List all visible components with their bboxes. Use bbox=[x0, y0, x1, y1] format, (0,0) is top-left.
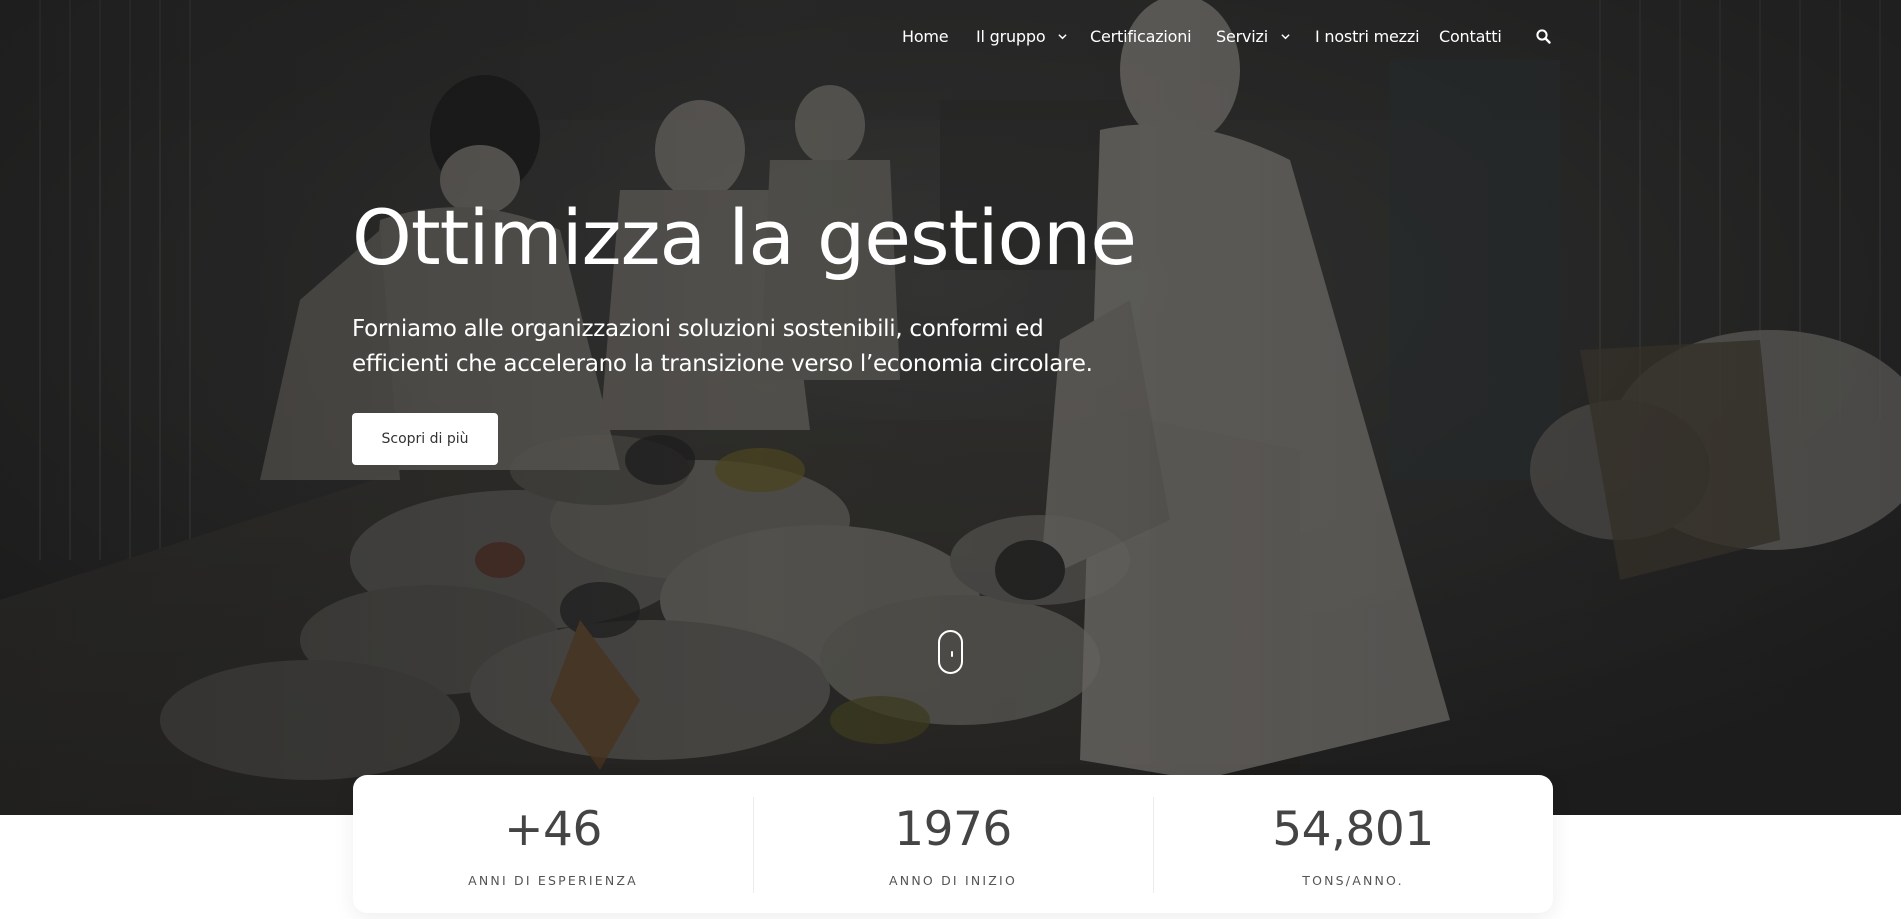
stats-bar: +46 ANNI DI ESPERIENZA 1976 ANNO DI INIZ… bbox=[353, 775, 1553, 913]
nav-item-certificazioni[interactable]: Certificazioni bbox=[1090, 24, 1192, 50]
nav-item-il-gruppo[interactable]: Il gruppo bbox=[976, 24, 1067, 50]
hero-title: Ottimizza la gestione bbox=[352, 193, 1137, 282]
nav-item-contatti[interactable]: Contatti bbox=[1439, 24, 1502, 50]
stat-value: 54,801 bbox=[1272, 802, 1434, 857]
nav-item-home[interactable]: Home bbox=[902, 24, 949, 50]
stat-tons-anno: 54,801 TONS/ANNO. bbox=[1153, 775, 1553, 913]
stat-value: +46 bbox=[504, 802, 602, 857]
stat-label: ANNO DI INIZIO bbox=[889, 873, 1017, 888]
main-navigation: Home Il gruppo Certificazioni Servizi I … bbox=[0, 24, 1901, 50]
hero-subtitle: Forniamo alle organizzazioni soluzioni s… bbox=[352, 316, 1093, 377]
nav-item-label: Home bbox=[902, 27, 949, 46]
stat-label: TONS/ANNO. bbox=[1302, 873, 1404, 888]
chevron-down-icon bbox=[1281, 34, 1290, 40]
scroll-mouse-icon[interactable] bbox=[938, 630, 963, 674]
search-icon[interactable] bbox=[1535, 28, 1553, 46]
nav-item-label: Servizi bbox=[1216, 27, 1268, 46]
nav-item-label: Il gruppo bbox=[976, 27, 1046, 46]
stat-anni-di-esperienza: +46 ANNI DI ESPERIENZA bbox=[353, 775, 753, 913]
nav-item-i-nostri-mezzi[interactable]: I nostri mezzi bbox=[1315, 24, 1420, 50]
stat-label: ANNI DI ESPERIENZA bbox=[468, 873, 638, 888]
chevron-down-icon bbox=[1058, 34, 1067, 40]
scopri-di-piu-button[interactable]: Scopri di più bbox=[352, 413, 498, 465]
stat-value: 1976 bbox=[894, 802, 1012, 857]
nav-item-label: Certificazioni bbox=[1090, 27, 1192, 46]
scroll-wheel bbox=[950, 651, 953, 657]
nav-item-label: Contatti bbox=[1439, 27, 1502, 46]
stat-anno-di-inizio: 1976 ANNO DI INIZIO bbox=[753, 775, 1153, 913]
hero-dark-overlay bbox=[0, 0, 1901, 815]
hero-section: Home Il gruppo Certificazioni Servizi I … bbox=[0, 0, 1901, 815]
hero-content: Ottimizza la gestione Forniamo alle orga… bbox=[352, 192, 1252, 382]
nav-item-servizi[interactable]: Servizi bbox=[1216, 24, 1290, 50]
nav-item-label: I nostri mezzi bbox=[1315, 27, 1420, 46]
